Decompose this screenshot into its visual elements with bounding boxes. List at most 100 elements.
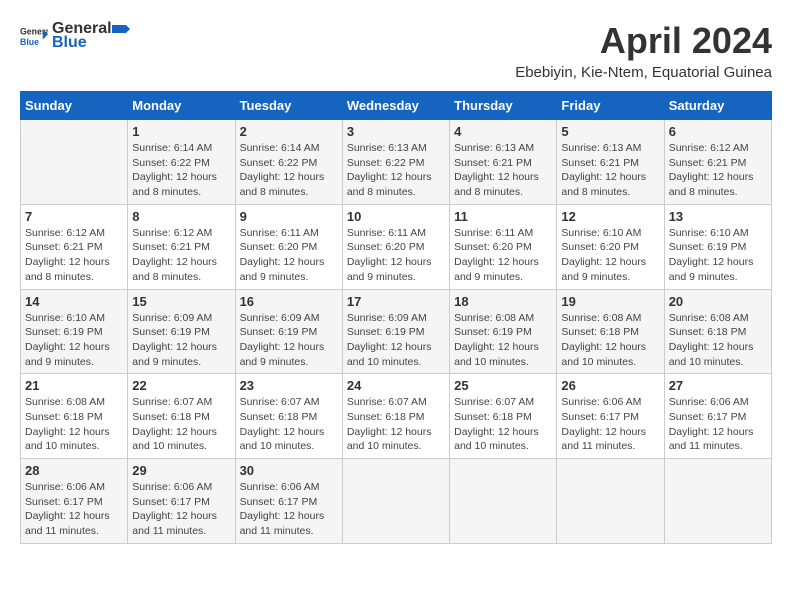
day-info: Sunrise: 6:13 AM Sunset: 6:21 PM Dayligh… [561, 141, 659, 200]
calendar-cell: 24 Sunrise: 6:07 AM Sunset: 6:18 PM Dayli… [342, 374, 449, 459]
calendar-cell: 21Sunrise: 6:08 AM Sunset: 6:18 PM Dayli… [21, 374, 128, 459]
day-info: Sunrise: 6:08 AM Sunset: 6:18 PM Dayligh… [561, 311, 659, 370]
calendar-cell: 25 Sunrise: 6:07 AM Sunset: 6:18 PM Dayli… [450, 374, 557, 459]
day-number: 11 [454, 209, 552, 224]
day-info: Sunrise: 6:06 AM Sunset: 6:17 PM Dayligh… [240, 480, 338, 539]
weekday-header-row: SundayMondayTuesdayWednesdayThursdayFrid… [21, 92, 772, 120]
calendar-cell: 18Sunrise: 6:08 AM Sunset: 6:19 PM Dayli… [450, 289, 557, 374]
logo-icon: General Blue [20, 22, 48, 50]
calendar-cell: 3Sunrise: 6:13 AM Sunset: 6:22 PM Daylig… [342, 120, 449, 205]
weekday-header-friday: Friday [557, 92, 664, 120]
calendar-cell: 1 Sunrise: 6:14 AM Sunset: 6:22 PM Daylig… [128, 120, 235, 205]
calendar-cell [342, 459, 449, 544]
calendar-cell: 30 Sunrise: 6:06 AM Sunset: 6:17 PM Dayli… [235, 459, 342, 544]
day-number: 20 [669, 294, 767, 309]
calendar-cell [664, 459, 771, 544]
day-info: Sunrise: 6:14 AM Sunset: 6:22 PM Dayligh… [240, 141, 338, 200]
day-number: 27 [669, 378, 767, 393]
weekday-header-saturday: Saturday [664, 92, 771, 120]
month-title: April 2024 [515, 20, 772, 62]
day-number: 12 [561, 209, 659, 224]
day-number: 18 [454, 294, 552, 309]
day-info: Sunrise: 6:09 AM Sunset: 6:19 PM Dayligh… [132, 311, 230, 370]
calendar-cell: 9 Sunrise: 6:11 AM Sunset: 6:20 PM Daylig… [235, 204, 342, 289]
day-info: Sunrise: 6:06 AM Sunset: 6:17 PM Dayligh… [132, 480, 230, 539]
day-number: 3 [347, 124, 445, 139]
day-number: 6 [669, 124, 767, 139]
day-info: Sunrise: 6:07 AM Sunset: 6:18 PM Dayligh… [240, 395, 338, 454]
day-number: 10 [347, 209, 445, 224]
calendar-cell: 23 Sunrise: 6:07 AM Sunset: 6:18 PM Dayli… [235, 374, 342, 459]
weekday-header-wednesday: Wednesday [342, 92, 449, 120]
title-area: April 2024 Ebebiyin, Kie-Ntem, Equatoria… [515, 20, 772, 81]
calendar-week-row: 28 Sunrise: 6:06 AM Sunset: 6:17 PM Dayli… [21, 459, 772, 544]
day-info: Sunrise: 6:11 AM Sunset: 6:20 PM Dayligh… [347, 226, 445, 285]
calendar-cell: 6Sunrise: 6:12 AM Sunset: 6:21 PM Daylig… [664, 120, 771, 205]
day-info: Sunrise: 6:14 AM Sunset: 6:22 PM Dayligh… [132, 141, 230, 200]
calendar-table: SundayMondayTuesdayWednesdayThursdayFrid… [20, 91, 772, 544]
day-info: Sunrise: 6:11 AM Sunset: 6:20 PM Dayligh… [240, 226, 338, 285]
day-number: 4 [454, 124, 552, 139]
day-number: 16 [240, 294, 338, 309]
day-info: Sunrise: 6:07 AM Sunset: 6:18 PM Dayligh… [347, 395, 445, 454]
calendar-week-row: 7 Sunrise: 6:12 AM Sunset: 6:21 PM Daylig… [21, 204, 772, 289]
calendar-cell: 5 Sunrise: 6:13 AM Sunset: 6:21 PM Daylig… [557, 120, 664, 205]
day-number: 5 [561, 124, 659, 139]
day-info: Sunrise: 6:07 AM Sunset: 6:18 PM Dayligh… [454, 395, 552, 454]
calendar-cell [450, 459, 557, 544]
weekday-header-tuesday: Tuesday [235, 92, 342, 120]
day-number: 15 [132, 294, 230, 309]
day-number: 2 [240, 124, 338, 139]
day-number: 28 [25, 463, 123, 478]
calendar-cell: 29 Sunrise: 6:06 AM Sunset: 6:17 PM Dayli… [128, 459, 235, 544]
day-number: 29 [132, 463, 230, 478]
calendar-cell: 16Sunrise: 6:09 AM Sunset: 6:19 PM Dayli… [235, 289, 342, 374]
day-info: Sunrise: 6:06 AM Sunset: 6:17 PM Dayligh… [669, 395, 767, 454]
day-number: 25 [454, 378, 552, 393]
day-number: 8 [132, 209, 230, 224]
day-number: 9 [240, 209, 338, 224]
day-number: 19 [561, 294, 659, 309]
day-number: 30 [240, 463, 338, 478]
header: General Blue General Blue April 2024 Ebe… [20, 20, 772, 81]
day-info: Sunrise: 6:08 AM Sunset: 6:18 PM Dayligh… [669, 311, 767, 370]
calendar-week-row: 21Sunrise: 6:08 AM Sunset: 6:18 PM Dayli… [21, 374, 772, 459]
day-number: 24 [347, 378, 445, 393]
calendar-cell: 17Sunrise: 6:09 AM Sunset: 6:19 PM Dayli… [342, 289, 449, 374]
calendar-cell: 14 Sunrise: 6:10 AM Sunset: 6:19 PM Dayli… [21, 289, 128, 374]
logo-arrow-icon [112, 21, 130, 37]
day-number: 17 [347, 294, 445, 309]
calendar-cell: 2 Sunrise: 6:14 AM Sunset: 6:22 PM Daylig… [235, 120, 342, 205]
weekday-header-monday: Monday [128, 92, 235, 120]
weekday-header-thursday: Thursday [450, 92, 557, 120]
day-info: Sunrise: 6:10 AM Sunset: 6:20 PM Dayligh… [561, 226, 659, 285]
calendar-cell [557, 459, 664, 544]
day-info: Sunrise: 6:12 AM Sunset: 6:21 PM Dayligh… [25, 226, 123, 285]
calendar-cell: 26Sunrise: 6:06 AM Sunset: 6:17 PM Dayli… [557, 374, 664, 459]
calendar-cell: 13 Sunrise: 6:10 AM Sunset: 6:19 PM Dayli… [664, 204, 771, 289]
day-number: 23 [240, 378, 338, 393]
day-info: Sunrise: 6:08 AM Sunset: 6:18 PM Dayligh… [25, 395, 123, 454]
location-subtitle: Ebebiyin, Kie-Ntem, Equatorial Guinea [515, 64, 772, 81]
svg-text:Blue: Blue [20, 37, 39, 47]
calendar-week-row: 14 Sunrise: 6:10 AM Sunset: 6:19 PM Dayli… [21, 289, 772, 374]
weekday-header-sunday: Sunday [21, 92, 128, 120]
day-info: Sunrise: 6:12 AM Sunset: 6:21 PM Dayligh… [132, 226, 230, 285]
day-info: Sunrise: 6:13 AM Sunset: 6:21 PM Dayligh… [454, 141, 552, 200]
calendar-cell: 12 Sunrise: 6:10 AM Sunset: 6:20 PM Dayli… [557, 204, 664, 289]
day-number: 22 [132, 378, 230, 393]
day-info: Sunrise: 6:10 AM Sunset: 6:19 PM Dayligh… [25, 311, 123, 370]
calendar-cell: 11Sunrise: 6:11 AM Sunset: 6:20 PM Dayli… [450, 204, 557, 289]
day-number: 14 [25, 294, 123, 309]
calendar-cell: 10 Sunrise: 6:11 AM Sunset: 6:20 PM Dayli… [342, 204, 449, 289]
day-info: Sunrise: 6:06 AM Sunset: 6:17 PM Dayligh… [561, 395, 659, 454]
day-number: 13 [669, 209, 767, 224]
day-number: 1 [132, 124, 230, 139]
calendar-cell: 20 Sunrise: 6:08 AM Sunset: 6:18 PM Dayli… [664, 289, 771, 374]
calendar-cell: 22 Sunrise: 6:07 AM Sunset: 6:18 PM Dayli… [128, 374, 235, 459]
day-number: 7 [25, 209, 123, 224]
day-info: Sunrise: 6:10 AM Sunset: 6:19 PM Dayligh… [669, 226, 767, 285]
calendar-cell: 4 Sunrise: 6:13 AM Sunset: 6:21 PM Daylig… [450, 120, 557, 205]
calendar-cell: 7 Sunrise: 6:12 AM Sunset: 6:21 PM Daylig… [21, 204, 128, 289]
day-info: Sunrise: 6:07 AM Sunset: 6:18 PM Dayligh… [132, 395, 230, 454]
